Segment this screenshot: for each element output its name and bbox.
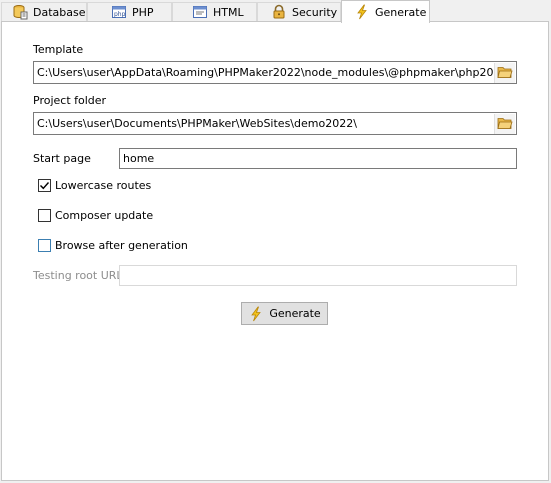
folder-icon: [497, 116, 513, 133]
tab-label: Security: [292, 5, 338, 19]
tab-label: HTML: [213, 5, 244, 19]
tab-html[interactable]: HTML: [172, 2, 257, 21]
template-field[interactable]: C:\Users\user\AppData\Roaming\PHPMaker20…: [33, 61, 517, 84]
start-page-value: home: [123, 152, 155, 165]
start-page-input[interactable]: home: [119, 148, 517, 169]
folder-icon: [497, 65, 513, 82]
html-icon: [192, 4, 208, 20]
lightning-icon: [354, 4, 370, 20]
composer-update-label: Composer update: [55, 209, 154, 222]
template-browse-button[interactable]: [494, 63, 515, 83]
tab-database[interactable]: Database: [1, 2, 87, 21]
php-icon: php: [111, 4, 127, 20]
lightning-icon: [248, 306, 264, 322]
testing-root-url-input[interactable]: [119, 265, 517, 286]
generate-button[interactable]: Generate: [241, 302, 328, 325]
tab-label: Generate: [375, 5, 427, 19]
lock-icon: [271, 4, 287, 20]
tab-security[interactable]: Security: [257, 2, 341, 21]
project-folder-label: Project folder: [33, 94, 107, 107]
template-label: Template: [33, 43, 84, 56]
tab-label: Database: [33, 5, 86, 19]
tab-php[interactable]: php PHP: [87, 2, 172, 21]
browse-after-generation-label: Browse after generation: [55, 239, 188, 252]
lowercase-routes-checkbox-row[interactable]: Lowercase routes: [38, 179, 151, 192]
lowercase-routes-label: Lowercase routes: [55, 179, 152, 192]
testing-root-url-label: Testing root URL: [33, 269, 123, 282]
browse-after-generation-checkbox-row[interactable]: Browse after generation: [38, 239, 188, 252]
composer-update-checkbox-row[interactable]: Composer update: [38, 209, 153, 222]
lowercase-routes-checkbox[interactable]: [38, 179, 51, 192]
tab-strip: Database php PHP HTML Security Generate: [0, 0, 551, 23]
project-folder-value: C:\Users\user\Documents\PHPMaker\WebSite…: [37, 117, 357, 130]
start-page-label: Start page: [33, 152, 91, 165]
generate-button-label: Generate: [269, 307, 321, 320]
template-value: C:\Users\user\AppData\Roaming\PHPMaker20…: [37, 66, 508, 79]
tab-generate[interactable]: Generate: [341, 0, 430, 23]
database-icon: [12, 4, 28, 20]
project-folder-browse-button[interactable]: [494, 114, 515, 134]
svg-text:php: php: [114, 11, 126, 18]
tab-label: PHP: [132, 5, 154, 19]
project-folder-field[interactable]: C:\Users\user\Documents\PHPMaker\WebSite…: [33, 112, 517, 135]
browse-after-generation-checkbox[interactable]: [38, 239, 51, 252]
composer-update-checkbox[interactable]: [38, 209, 51, 222]
